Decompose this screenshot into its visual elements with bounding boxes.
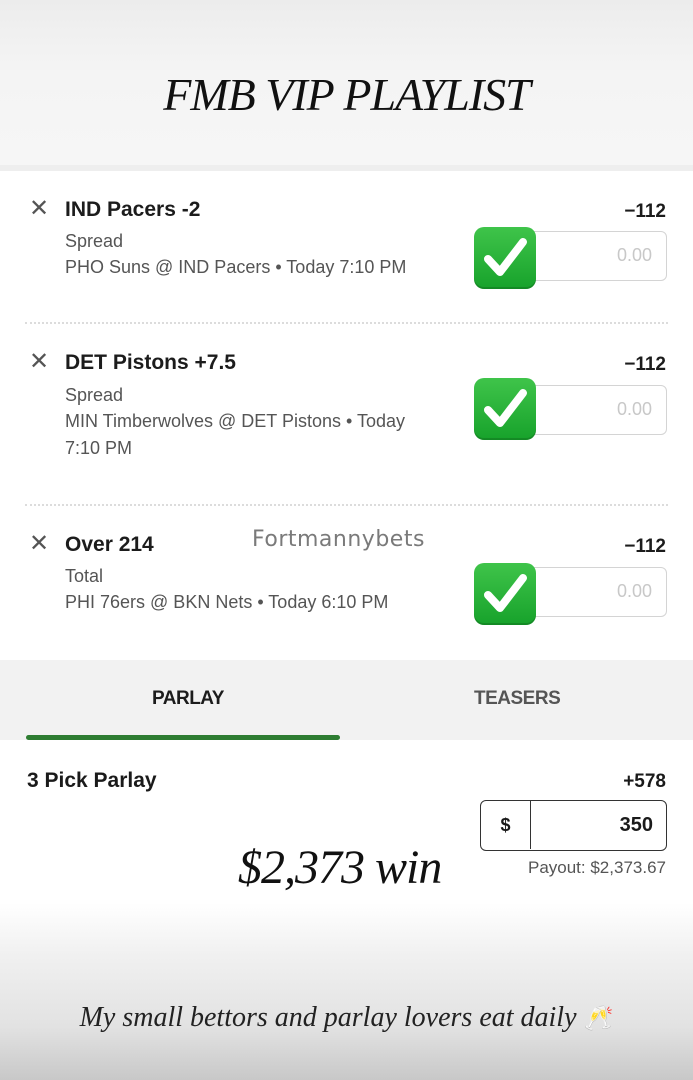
check-mark-icon (474, 563, 536, 625)
stake-input[interactable]: 0.00 (520, 567, 667, 617)
check-mark-icon (474, 227, 536, 289)
leg-matchup: PHI 76ers @ BKN Nets • Today 6:10 PM (65, 592, 389, 612)
wager-amount: 350 (619, 814, 653, 836)
payout-text: Payout: $2,373.67 (527, 858, 666, 877)
leg-market: Spread (65, 385, 124, 405)
currency-symbol: $ (481, 801, 531, 849)
stake-input[interactable]: 0.00 (520, 385, 667, 435)
tab-parlay[interactable]: PARLAY (152, 688, 224, 710)
remove-leg-icon[interactable]: ✕ (28, 532, 50, 556)
stake-input[interactable]: 0.00 (520, 231, 667, 281)
win-caption: $2,373 win (238, 841, 442, 894)
remove-leg-icon[interactable]: ✕ (28, 350, 50, 374)
wager-input[interactable]: $ 350 (480, 800, 667, 851)
bet-slip: ✕ IND Pacers -2 Spread PHO Suns @ IND Pa… (0, 171, 693, 660)
bet-type-tabs: PARLAY TEASERS (0, 660, 693, 740)
footer-caption-text: My small bettors and parlay lovers eat d… (79, 1002, 577, 1033)
leg-matchup: MIN Timberwolves @ DET Pistons • Today 7… (65, 411, 406, 458)
leg-selection: DET Pistons +7.5 (65, 351, 236, 374)
leg-market: Total (65, 566, 104, 586)
leg-selection: Over 214 (65, 533, 154, 556)
story-header: FMB VIP PLAYLIST (0, 0, 693, 165)
bet-leg: ✕ DET Pistons +7.5 Spread MIN Timberwolv… (0, 324, 693, 504)
check-mark-icon (474, 378, 536, 440)
leg-odds: −112 (624, 201, 666, 222)
watermark-text: Fortmannybets (252, 527, 425, 552)
leg-market: Spread (65, 231, 124, 251)
leg-odds: −112 (624, 354, 666, 375)
leg-odds: −112 (624, 536, 666, 557)
remove-leg-icon[interactable]: ✕ (28, 197, 50, 221)
story-title: FMB VIP PLAYLIST (163, 69, 531, 120)
parlay-odds: +578 (623, 771, 666, 792)
leg-matchup: PHO Suns @ IND Pacers • Today 7:10 PM (65, 257, 407, 277)
footer-caption: My small bettors and parlay lovers eat d… (0, 1002, 693, 1034)
bet-leg: ✕ IND Pacers -2 Spread PHO Suns @ IND Pa… (0, 171, 693, 321)
story-footer: My small bettors and parlay lovers eat d… (0, 903, 693, 1080)
tab-teasers[interactable]: TEASERS (474, 688, 561, 710)
parlay-title: 3 Pick Parlay (27, 769, 157, 792)
champagne-icon: 🥂 (583, 1006, 614, 1032)
leg-selection: IND Pacers -2 (65, 198, 201, 221)
